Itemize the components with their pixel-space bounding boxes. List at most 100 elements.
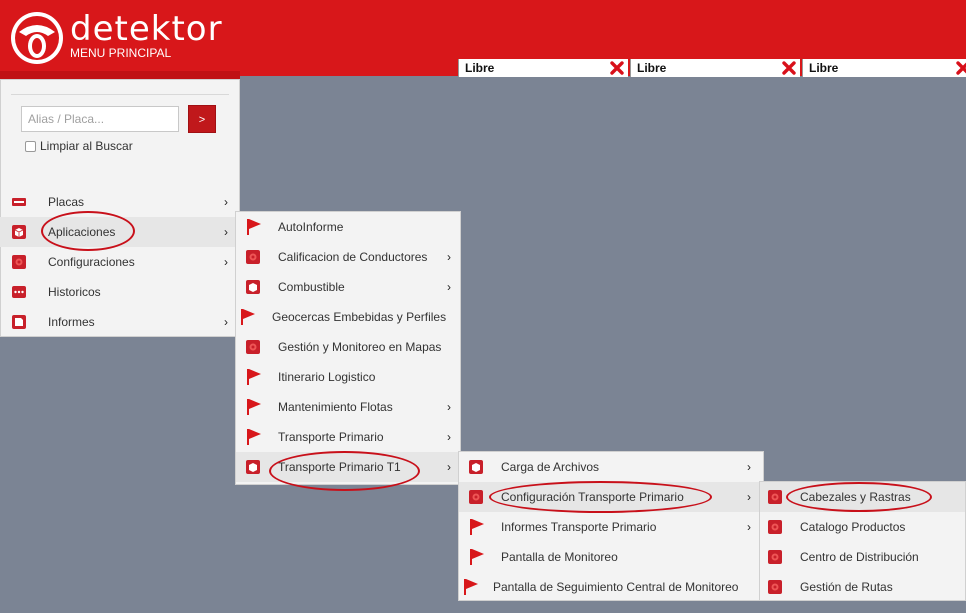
menu-item-transporte-primario[interactable]: Transporte Primario › <box>236 422 460 452</box>
menu-item-cabezales-rastras[interactable]: Cabezales y Rastras <box>760 482 965 512</box>
clear-on-search-label: Limpiar al Buscar <box>40 139 133 153</box>
cube-icon <box>246 280 260 294</box>
menu-item-label: Centro de Distribución <box>800 550 919 564</box>
menu-item-label: Transporte Primario <box>278 430 384 444</box>
menu-item-geocercas[interactable]: Geocercas Embebidas y Perfiles <box>236 302 460 332</box>
plate-icon <box>12 198 26 206</box>
flag-icon <box>247 369 261 385</box>
tab-label: Libre <box>809 61 839 75</box>
menu-item-gestion-rutas[interactable]: Gestión de Rutas <box>760 572 965 602</box>
menu-item-label: Gestión y Monitoreo en Mapas <box>278 340 442 354</box>
menu-item-label: Catalogo Productos <box>800 520 906 534</box>
menu-item-label: Calificacion de Conductores <box>278 250 428 264</box>
chevron-right-icon: › <box>224 195 228 209</box>
menu-item-label: Pantalla de Seguimiento Central de Monit… <box>493 580 739 594</box>
folder-icon <box>12 315 26 329</box>
menu-item-label: Combustible <box>278 280 345 294</box>
menu-item-label: Informes Transporte Primario <box>501 520 657 534</box>
chevron-right-icon: › <box>447 400 451 414</box>
menu-item-label: Configuraciones <box>48 255 135 269</box>
main-menu: Placas › Aplicaciones › Configuraciones … <box>0 187 240 337</box>
chevron-right-icon: › <box>224 315 228 329</box>
cube-icon <box>246 460 260 474</box>
tab-label: Libre <box>465 61 495 75</box>
chevron-right-icon: › <box>747 520 751 534</box>
menu-item-centro-distribucion[interactable]: Centro de Distribución <box>760 542 965 572</box>
menu-item-label: Geocercas Embebidas y Perfiles <box>272 310 447 324</box>
menu-item-label: AutoInforme <box>278 220 344 234</box>
menu-item-placas[interactable]: Placas › <box>0 187 240 217</box>
chevron-right-icon: › <box>224 225 228 239</box>
dots-icon <box>12 286 26 298</box>
chevron-right-icon: › <box>747 490 751 504</box>
menu-item-label: Placas <box>48 195 85 209</box>
gear-box-icon <box>246 340 260 354</box>
menu-item-configuraciones[interactable]: Configuraciones › <box>0 247 240 277</box>
gear-box-icon <box>768 520 782 534</box>
aplicaciones-submenu: AutoInforme Calificacion de Conductores … <box>235 211 461 485</box>
flag-icon <box>247 399 261 415</box>
menu-item-pantalla-seguimiento[interactable]: Pantalla de Seguimiento Central de Monit… <box>459 572 763 602</box>
gear-box-icon <box>469 490 483 504</box>
brand-name: detektor <box>70 9 223 49</box>
menu-item-informes[interactable]: Informes › <box>0 307 240 337</box>
cube-icon <box>469 460 483 474</box>
gear-box-icon <box>246 250 260 264</box>
detektor-logo <box>11 12 63 64</box>
menu-item-gestion-monitoreo-mapas[interactable]: Gestión y Monitoreo en Mapas <box>236 332 460 362</box>
close-icon[interactable] <box>782 61 796 75</box>
menu-item-catalogo-productos[interactable]: Catalogo Productos <box>760 512 965 542</box>
flag-icon <box>241 309 255 325</box>
chevron-right-icon: › <box>447 430 451 444</box>
menu-item-carga-archivos[interactable]: Carga de Archivos › <box>459 452 763 482</box>
gear-box-icon <box>768 580 782 594</box>
menu-item-pantalla-monitoreo[interactable]: Pantalla de Monitoreo <box>459 542 763 572</box>
menu-item-label: Configuración Transporte Primario <box>501 490 684 504</box>
menu-item-informes-transporte-primario[interactable]: Informes Transporte Primario › <box>459 512 763 542</box>
menu-item-transporte-primario-t1[interactable]: Transporte Primario T1 › <box>236 452 460 482</box>
menu-item-label: Itinerario Logistico <box>278 370 376 384</box>
chevron-right-icon: › <box>747 460 751 474</box>
menu-subtitle: MENU PRINCIPAL <box>70 46 172 60</box>
cube-icon <box>12 225 26 239</box>
chevron-right-icon: › <box>224 255 228 269</box>
flag-icon <box>247 429 261 445</box>
flag-icon <box>464 579 478 595</box>
search-button[interactable]: > <box>188 105 216 133</box>
menu-item-itinerario-logistico[interactable]: Itinerario Logistico <box>236 362 460 392</box>
chevron-right-icon: › <box>447 280 451 294</box>
clear-on-search-checkbox[interactable] <box>25 140 36 152</box>
menu-item-aplicaciones[interactable]: Aplicaciones › <box>0 217 240 247</box>
tab-label: Libre <box>637 61 667 75</box>
configuracion-submenu: Cabezales y Rastras Catalogo Productos C… <box>759 481 966 601</box>
menu-item-calificacion-conductores[interactable]: Calificacion de Conductores › <box>236 242 460 272</box>
flag-icon <box>470 519 484 535</box>
gear-box-icon <box>768 550 782 564</box>
tab-slot-3[interactable]: Libre <box>802 59 966 77</box>
chevron-right-icon: › <box>447 460 451 474</box>
transporte-primario-t1-submenu: Carga de Archivos › Configuración Transp… <box>458 451 764 601</box>
tab-slot-2[interactable]: Libre <box>630 59 800 77</box>
menu-item-autoinforme[interactable]: AutoInforme <box>236 212 460 242</box>
tab-slot-1[interactable]: Libre <box>458 59 628 77</box>
menu-item-combustible[interactable]: Combustible › <box>236 272 460 302</box>
close-icon[interactable] <box>956 61 966 75</box>
menu-item-mantenimiento-flotas[interactable]: Mantenimiento Flotas › <box>236 392 460 422</box>
flag-icon <box>247 219 261 235</box>
menu-item-label: Historicos <box>48 285 101 299</box>
menu-item-label: Aplicaciones <box>48 225 116 239</box>
flag-icon <box>470 549 484 565</box>
menu-item-label: Transporte Primario T1 <box>278 460 401 474</box>
menu-item-configuracion-transporte-primario[interactable]: Configuración Transporte Primario › <box>459 482 763 512</box>
close-icon[interactable] <box>610 61 624 75</box>
menu-item-label: Pantalla de Monitoreo <box>501 550 618 564</box>
menu-item-historicos[interactable]: Historicos <box>0 277 240 307</box>
menu-item-label: Mantenimiento Flotas <box>278 400 393 414</box>
gear-box-icon <box>768 490 782 504</box>
menu-item-label: Informes <box>48 315 95 329</box>
menu-item-label: Gestión de Rutas <box>800 580 893 594</box>
menu-item-label: Cabezales y Rastras <box>800 490 911 504</box>
gear-box-icon <box>12 255 26 269</box>
clear-on-search-option[interactable]: Limpiar al Buscar <box>25 139 133 153</box>
search-input[interactable] <box>21 106 179 132</box>
